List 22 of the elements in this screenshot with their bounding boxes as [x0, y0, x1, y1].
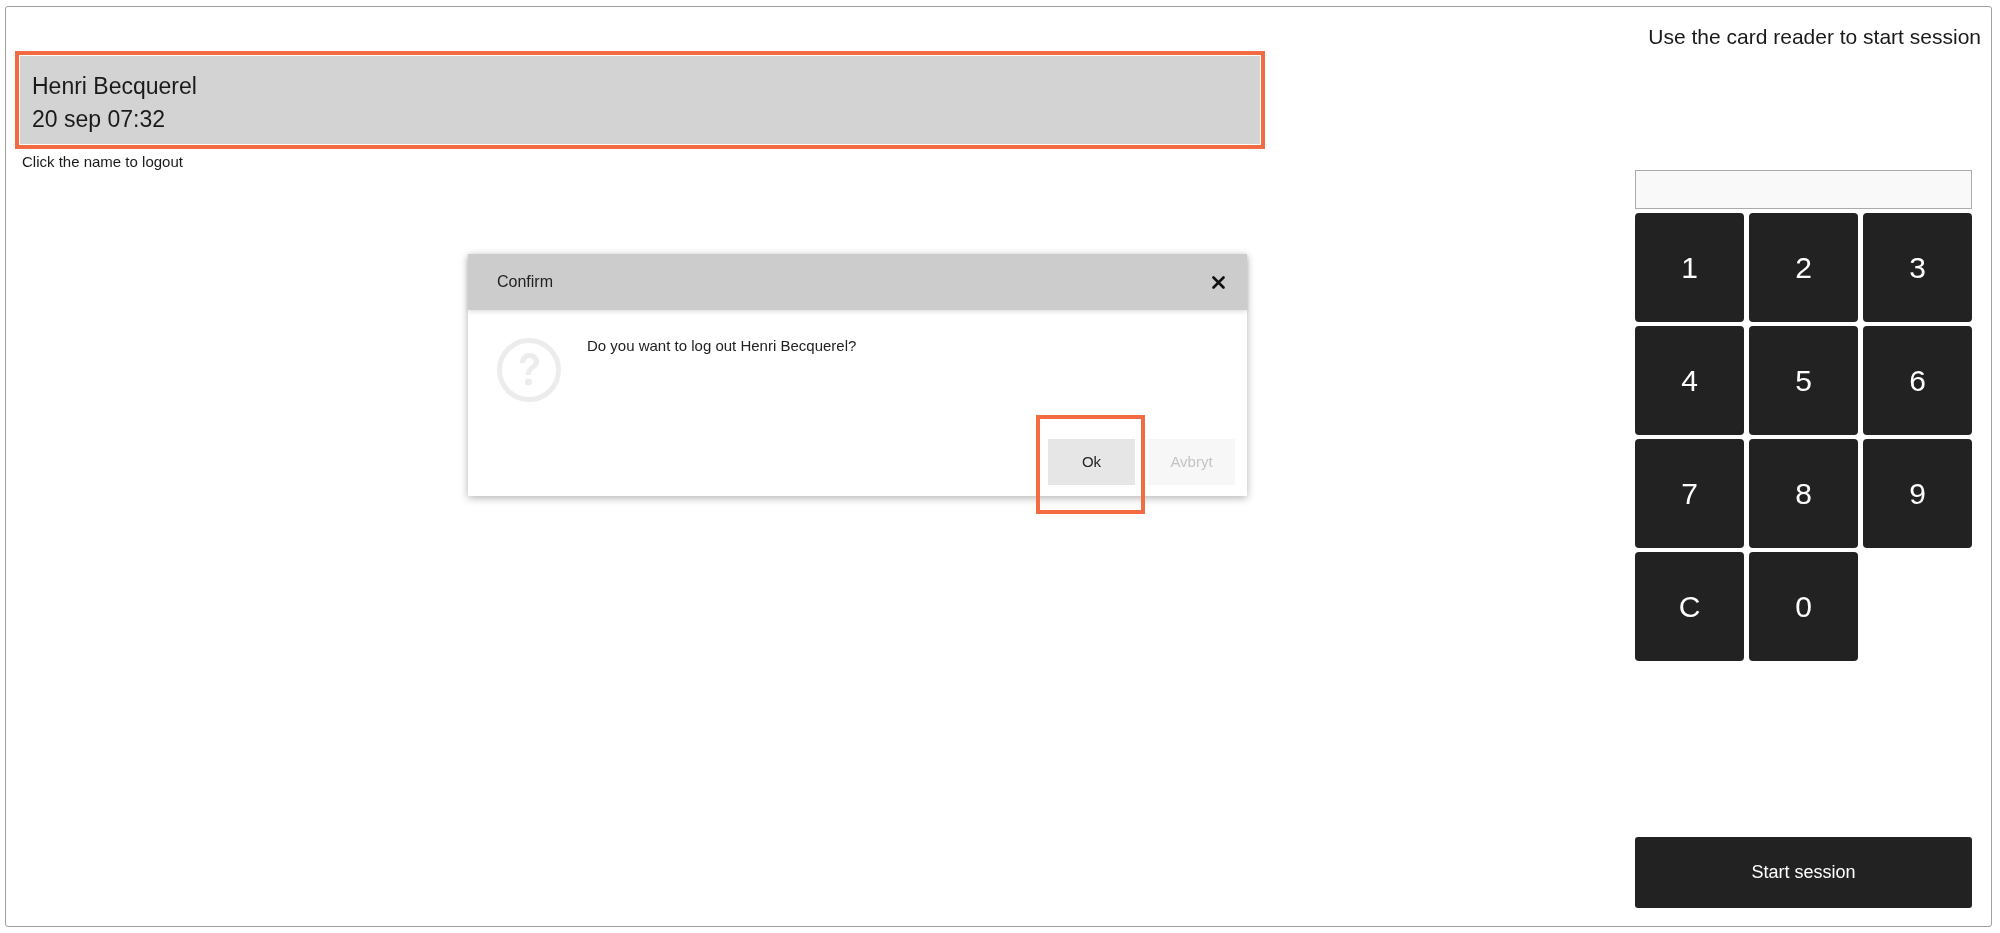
dialog-button[interactable]: Ok — [1048, 439, 1135, 485]
user-name-text: Henri Becquerel — [32, 72, 197, 101]
dialog-message: Do you want to log out Henri Becquerel? — [587, 336, 857, 356]
pin-field[interactable] — [1635, 170, 1972, 209]
dialog-title: Confirm — [497, 272, 553, 292]
keypad-key[interactable]: 5 — [1749, 326, 1858, 435]
keypad-key[interactable]: 3 — [1863, 213, 1972, 322]
session-time-text: 20 sep 07:32 — [32, 105, 165, 134]
keypad-key[interactable]: 4 — [1635, 326, 1744, 435]
start-session-button[interactable]: Start session — [1635, 837, 1972, 908]
keypad-key[interactable]: 8 — [1749, 439, 1858, 548]
session-card[interactable]: Henri Becquerel 20 sep 07:32 — [20, 56, 1260, 144]
keypad-key[interactable]: 7 — [1635, 439, 1744, 548]
instruction-text: Use the card reader to start session — [1648, 24, 1981, 50]
keypad-key[interactable]: 2 — [1749, 213, 1858, 322]
keypad-key[interactable]: 1 — [1635, 213, 1744, 322]
keypad-key[interactable]: C — [1635, 552, 1744, 661]
keypad-key[interactable]: 6 — [1863, 326, 1972, 435]
keypad-key[interactable]: 0 — [1749, 552, 1858, 661]
close-icon[interactable] — [1212, 275, 1225, 289]
hint-text: Click the name to logout — [22, 152, 183, 172]
keypad-key[interactable]: 9 — [1863, 439, 1972, 548]
